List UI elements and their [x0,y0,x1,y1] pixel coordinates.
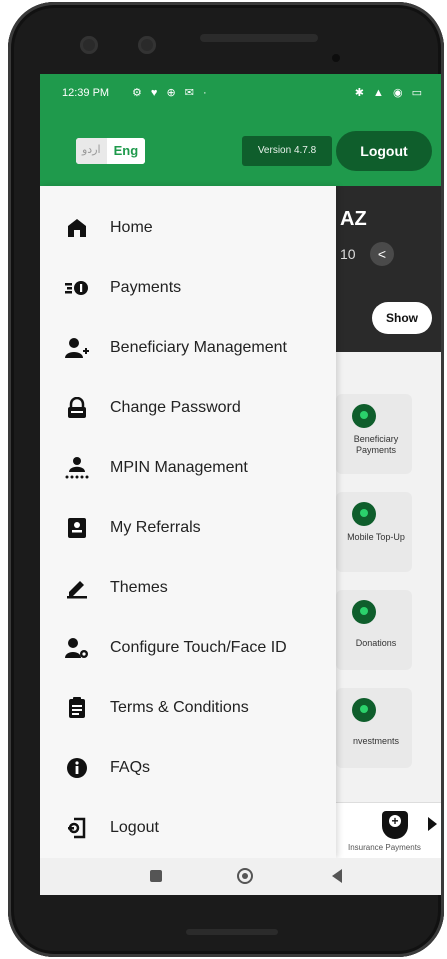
tile-mobile-topup[interactable]: Mobile Top-Up [336,492,412,572]
earpiece-speaker [200,34,318,42]
drawer-item-label: Change Password [110,399,241,416]
logout-button[interactable]: Logout [336,131,432,171]
phone-frame: 12:39 PM ⚙ ♥ ⊕ ✉ · ✱ ▲ ◉ ▭ اردو Eng Vers… [8,2,444,957]
lang-eng-option[interactable]: Eng [106,138,146,164]
share-icon[interactable]: < [370,242,394,266]
referrals-icon [64,515,90,541]
beneficiary-payments-icon [352,404,376,428]
drawer-item-label: MPIN Management [110,459,248,476]
drawer-item-label: Configure Touch/Face ID [110,639,287,656]
drawer-item-change-password[interactable]: Change Password [40,380,336,436]
navigation-drawer: Home Payments Beneficiary Management Cha… [40,186,336,858]
drawer-item-label: Themes [110,579,168,596]
tile-label: Mobile Top-Up [347,532,405,542]
drawer-item-payments[interactable]: Payments [40,260,336,316]
drawer-item-configure-touch-face-id[interactable]: Configure Touch/Face ID [40,620,336,676]
language-toggle[interactable]: اردو Eng [76,138,146,164]
drawer-item-faqs[interactable]: FAQs [40,740,336,796]
recents-icon[interactable] [150,870,162,882]
top-bezel [32,10,432,74]
investments-icon [352,698,376,722]
drawer-item-logout[interactable]: Logout [40,800,336,856]
tile-label: Beneficiary Payments [353,434,399,455]
payments-icon [64,275,90,301]
beneficiary-icon [64,335,90,361]
app-header: 12:39 PM ⚙ ♥ ⊕ ✉ · ✱ ▲ ◉ ▭ اردو Eng Vers… [40,74,441,186]
screen: 12:39 PM ⚙ ♥ ⊕ ✉ · ✱ ▲ ◉ ▭ اردو Eng Vers… [40,74,441,895]
account-name: AZ [340,208,367,230]
drawer-item-my-referrals[interactable]: My Referrals [40,500,336,556]
front-camera-icon [80,36,98,54]
android-nav-bar [40,858,441,895]
drawer-item-label: Logout [110,819,159,836]
system-status-icons: ✱ ▲ ◉ ▭ [354,87,425,99]
drawer-item-home[interactable]: Home [40,200,336,256]
tile-investments[interactable]: nvestments [336,688,412,768]
insurance-label: Insurance Payments [348,843,421,852]
drawer-item-mpin-management[interactable]: MPIN Management [40,440,336,496]
drawer-item-label: Home [110,219,153,236]
front-sensor-icon [138,36,156,54]
drawer-item-label: Payments [110,279,182,296]
home-icon [64,215,90,241]
mpin-icon [64,455,90,481]
bottom-services-bar: Insurance Payments [336,802,441,858]
version-badge: Version 4.7.8 [242,136,332,166]
logout-icon [64,815,90,841]
back-icon[interactable] [332,869,342,883]
show-balance-button[interactable]: Show [372,302,432,334]
insurance-shield-icon[interactable] [382,811,408,839]
drawer-item-label: Terms & Conditions [110,699,249,716]
status-time: 12:39 PM [62,87,110,99]
pen-icon [64,575,90,601]
user-gear-icon [64,635,90,661]
tile-label: nvestments [352,736,400,746]
lang-urdu-option[interactable]: اردو [76,138,107,164]
tile-label: Donations [355,638,397,648]
drawer-item-themes[interactable]: Themes [40,560,336,616]
proximity-sensor [332,54,340,62]
drawer-item-terms-conditions[interactable]: Terms & Conditions [40,680,336,736]
drawer-item-label: FAQs [110,759,151,776]
bottom-bezel-bar [186,929,278,935]
drawer-item-beneficiary-management[interactable]: Beneficiary Management [40,320,336,376]
notification-icons: ⚙ ♥ ⊕ ✉ · [132,87,210,99]
clipboard-icon [64,695,90,721]
donations-icon [352,600,376,624]
chevron-right-icon[interactable] [428,817,437,831]
tile-donations[interactable]: Donations [336,590,412,670]
account-card: AZ 10 < Show [336,186,441,352]
account-number: 10 [340,246,356,262]
drawer-item-label: Beneficiary Management [110,339,287,356]
lock-icon [64,395,90,421]
drawer-item-label: My Referrals [110,519,201,536]
status-bar: 12:39 PM ⚙ ♥ ⊕ ✉ · ✱ ▲ ◉ ▭ [40,74,441,114]
home-button-icon[interactable] [237,868,253,884]
info-icon [64,755,90,781]
mobile-topup-icon [352,502,376,526]
tile-beneficiary-payments[interactable]: Beneficiary Payments [336,394,412,474]
